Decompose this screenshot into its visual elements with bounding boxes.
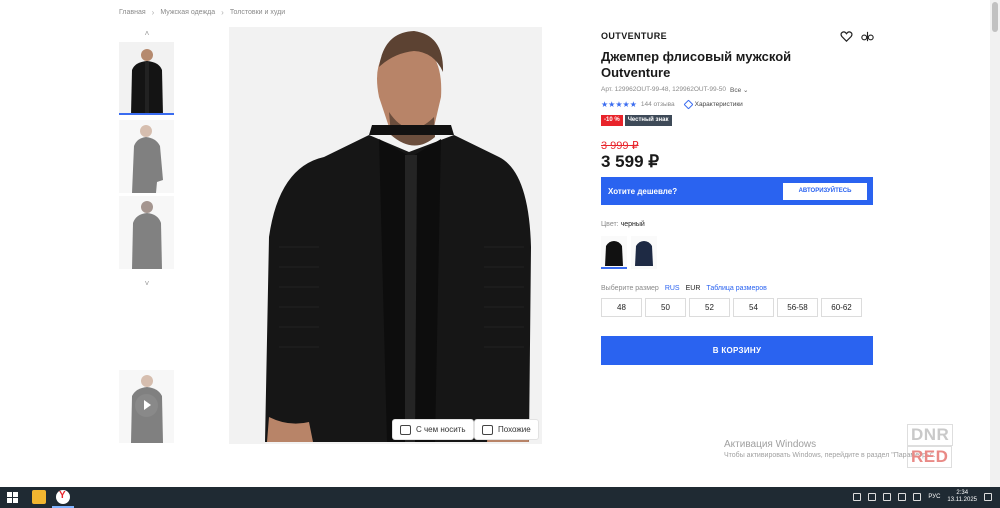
breadcrumb: Главная › Мужская одежда › Толстовки и х… — [119, 8, 285, 17]
tag-icon — [683, 99, 694, 110]
breadcrumb-separator-icon: › — [221, 8, 224, 17]
heart-icon[interactable] — [840, 30, 853, 43]
shirt-icon — [400, 424, 411, 435]
article-all-link[interactable]: Все ⌄ — [730, 86, 748, 94]
dnr-red-watermark-logo: DNR RED — [907, 424, 987, 468]
volume-icon[interactable] — [913, 493, 922, 501]
thumbnail-up-icon[interactable]: ˄ — [119, 28, 175, 40]
product-title: Джемпер флисовый мужской Outventure — [601, 49, 792, 80]
rating-row: ★★★★★ 144 отзыва Характеристики — [601, 99, 743, 110]
thumbnail-down-icon[interactable]: ˅ — [119, 278, 175, 290]
size-option[interactable]: 52 — [689, 298, 730, 317]
login-button[interactable]: АВТОРИЗУЙТЕСЬ — [783, 182, 867, 200]
copy-icon — [482, 424, 493, 435]
similar-button[interactable]: Похожие — [474, 419, 539, 440]
usb-icon[interactable] — [868, 493, 877, 501]
cheaper-banner: Хотите дешевле? АВТОРИЗУЙТЕСЬ — [601, 177, 873, 205]
similar-label: Похожие — [498, 425, 531, 434]
old-price: 3 999 ₽ — [601, 140, 639, 152]
breadcrumb-hoodies[interactable]: Толстовки и худи — [230, 9, 285, 16]
cheaper-text: Хотите дешевле? — [608, 186, 678, 196]
jacket-black-icon — [601, 236, 627, 267]
product-page: Главная › Мужская одежда › Толстовки и х… — [0, 0, 1000, 487]
jacket-navy-icon — [631, 236, 657, 269]
color-swatch-black[interactable] — [601, 236, 627, 269]
color-swatch-navy[interactable] — [631, 236, 657, 269]
breadcrumb-home[interactable]: Главная — [119, 9, 146, 16]
file-explorer-icon[interactable] — [32, 490, 46, 504]
wear-with-button[interactable]: С чем носить — [392, 419, 474, 440]
color-value: черный — [620, 221, 645, 228]
size-system-rus[interactable]: RUS — [665, 285, 680, 292]
discount-badge: -10 % — [601, 115, 623, 126]
article-numbers: Арт. 129962OUT-99-48, 129962OUT-99-50 Вс… — [601, 86, 748, 94]
size-options: 48 50 52 54 56-58 60-62 — [601, 298, 862, 317]
person-jacket-icon — [119, 42, 174, 113]
characteristics-link[interactable]: Характеристики — [683, 99, 743, 110]
breadcrumb-separator-icon: › — [151, 8, 155, 17]
thumbnail-gallery: ˄ ˅ — [119, 28, 175, 443]
page-scrollbar[interactable] — [990, 0, 1000, 487]
thumbnail-side[interactable] — [119, 120, 174, 193]
clipboard-icon[interactable] — [883, 493, 892, 501]
badges: -10 % Честный знак — [601, 115, 672, 126]
yandex-browser-icon[interactable] — [56, 490, 70, 504]
main-product-image[interactable] — [229, 27, 542, 444]
size-table-link[interactable]: Таблица размеров — [706, 285, 767, 292]
size-option[interactable]: 56-58 — [777, 298, 818, 317]
activation-subtitle: Чтобы активировать Windows, перейдите в … — [724, 452, 936, 459]
notifications-icon[interactable] — [984, 493, 992, 501]
size-option[interactable]: 54 — [733, 298, 774, 317]
color-label: Цвет: черный — [601, 221, 645, 228]
thumbnail-back[interactable] — [119, 196, 174, 269]
wear-with-label: С чем носить — [416, 425, 466, 434]
honest-mark-badge: Честный знак — [624, 115, 672, 126]
play-icon[interactable] — [135, 394, 158, 417]
reviews-link[interactable]: 144 отзыва — [641, 101, 675, 108]
clock[interactable]: 2:34 13.11.2025 — [947, 490, 977, 504]
network-icon[interactable] — [898, 493, 907, 501]
add-to-cart-button[interactable]: В КОРЗИНУ — [601, 336, 873, 365]
model-in-jacket-image — [229, 27, 542, 444]
size-option[interactable]: 50 — [645, 298, 686, 317]
rating-stars-icon: ★★★★★ — [601, 100, 637, 109]
thumbnail-video[interactable] — [119, 370, 174, 443]
compare-scales-icon[interactable] — [861, 30, 874, 43]
thumbnail-front[interactable] — [119, 42, 174, 115]
person-jacket-icon — [119, 120, 174, 193]
language-indicator[interactable]: РУС — [928, 494, 940, 500]
size-option[interactable]: 48 — [601, 298, 642, 317]
size-label: Выберите размер — [601, 285, 659, 292]
size-option[interactable]: 60-62 — [821, 298, 862, 317]
size-selector-header: Выберите размер RUS EUR Таблица размеров — [601, 285, 767, 292]
brand-name[interactable]: OUTVENTURE — [601, 31, 667, 41]
person-jacket-icon — [119, 196, 174, 269]
activation-title: Активация Windows — [724, 439, 817, 450]
current-price: 3 599 ₽ — [601, 152, 660, 171]
windows-activation-notice: Активация Windows Чтобы активировать Win… — [724, 439, 935, 459]
windows-start-icon[interactable] — [7, 492, 18, 503]
breadcrumb-mens-clothing[interactable]: Мужская одежда — [160, 9, 215, 16]
article-text: Арт. 129962OUT-99-48, 129962OUT-99-50 — [601, 86, 726, 93]
taskbar: РУС 2:34 13.11.2025 — [0, 487, 1000, 508]
size-system-eur[interactable]: EUR — [686, 285, 701, 292]
system-tray: РУС 2:34 13.11.2025 — [853, 490, 992, 504]
yandex-tray-icon[interactable] — [853, 493, 862, 501]
